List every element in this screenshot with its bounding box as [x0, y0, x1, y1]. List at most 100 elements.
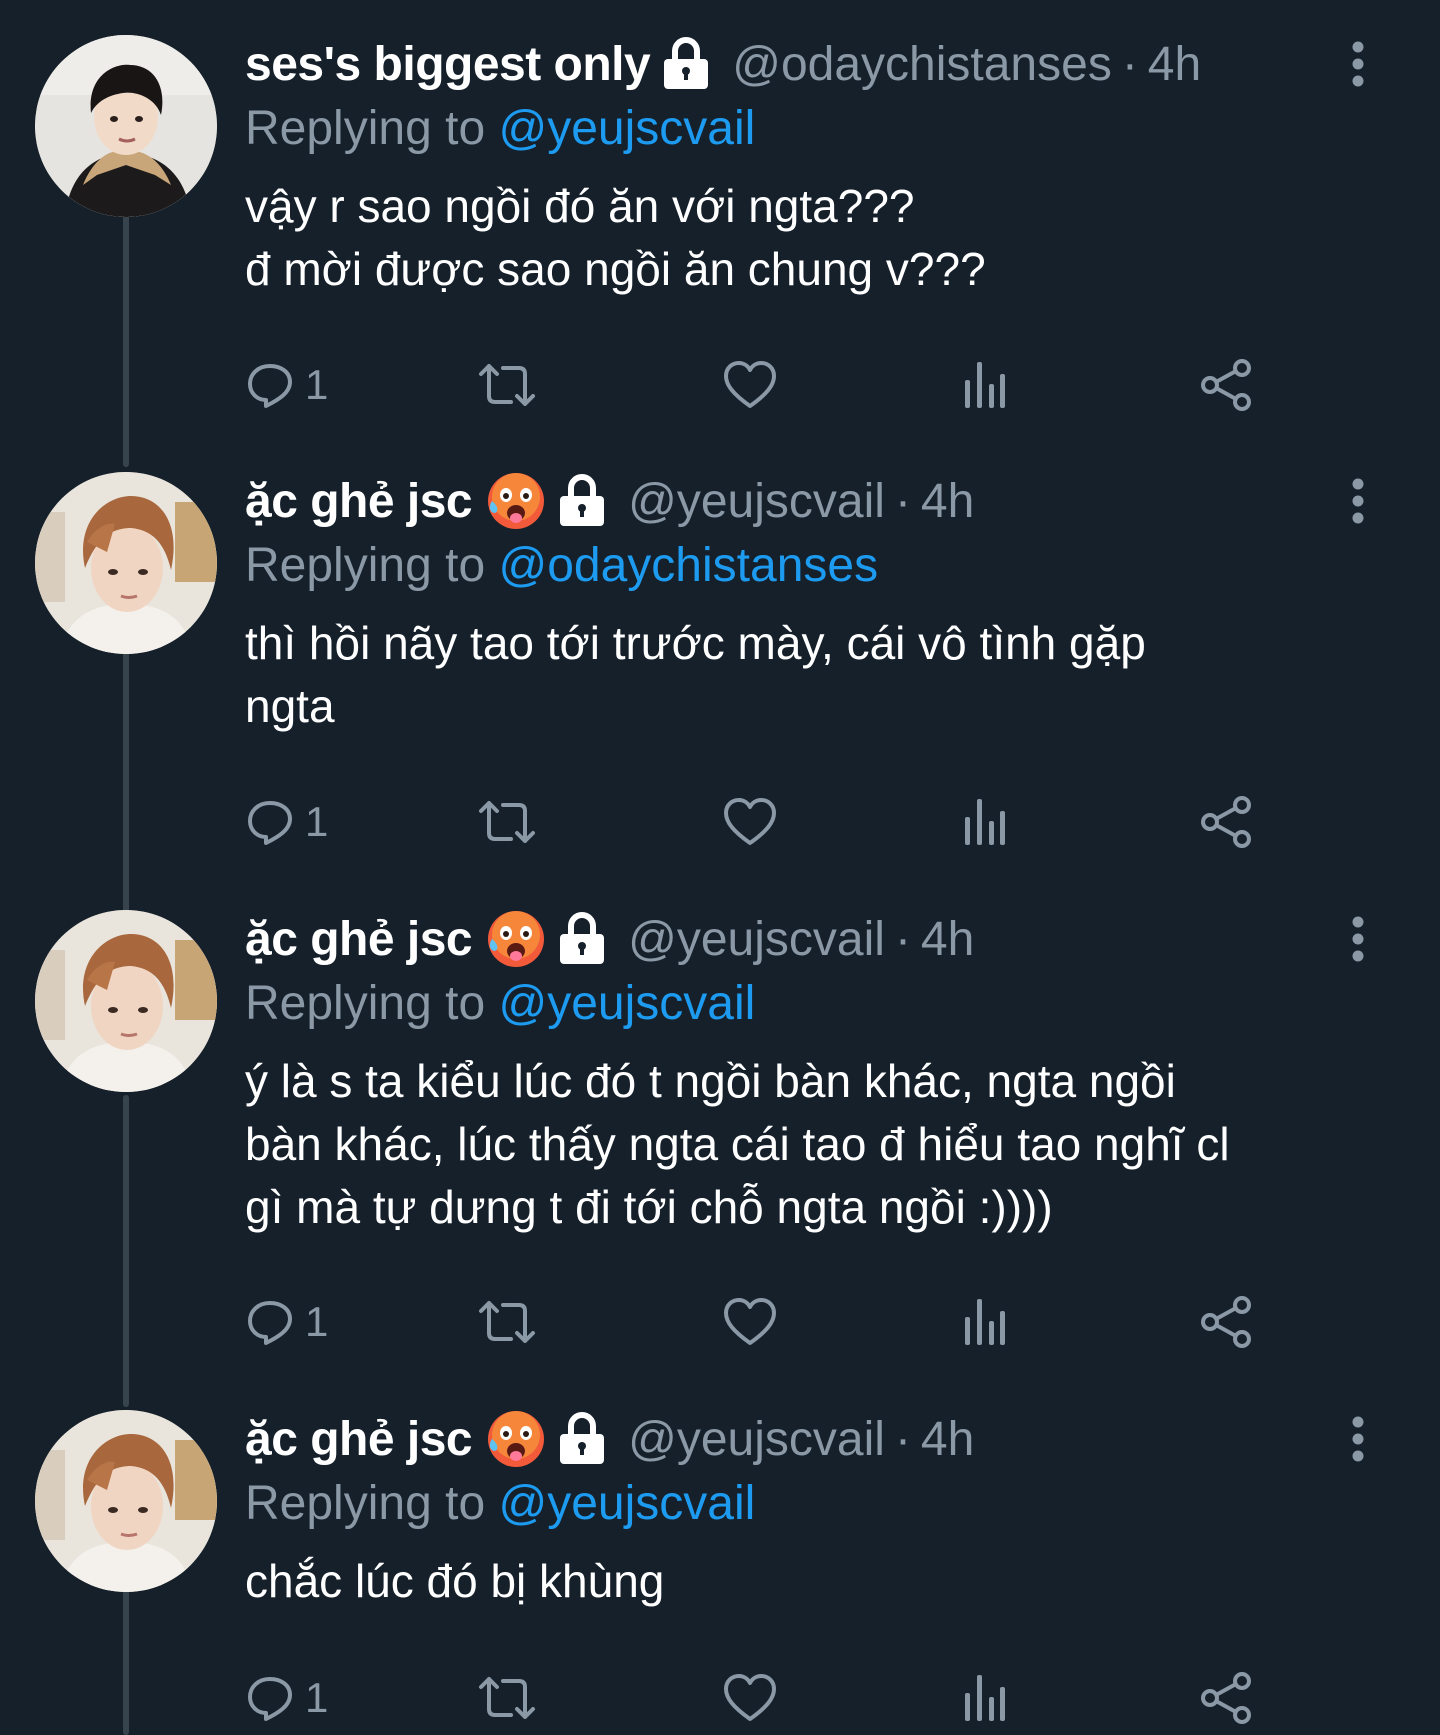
replying-to: Replying to @yeujscvail	[245, 1472, 1400, 1536]
tweet-content: ặc ghẻ jsc @yeujscvail · 4h Replying to …	[245, 910, 1400, 1239]
share-icon	[1201, 796, 1251, 848]
share-button[interactable]	[1200, 792, 1254, 852]
more-vertical-icon[interactable]	[1346, 478, 1370, 524]
timestamp[interactable]: 4h	[921, 474, 974, 529]
heart-icon	[724, 798, 776, 845]
thread-line	[123, 1590, 129, 1735]
timestamp[interactable]: 4h	[921, 1412, 974, 1467]
retweet-button[interactable]	[477, 1668, 537, 1728]
hot-face-emoji	[488, 911, 545, 967]
tweet-header: ặc ghẻ jsc @yeujscvail · 4h	[245, 1410, 1400, 1468]
avatar[interactable]	[35, 1410, 217, 1592]
reply-count: 1	[305, 1674, 329, 1721]
retweet-icon	[479, 1301, 535, 1343]
like-button[interactable]	[723, 792, 777, 852]
hot-face-emoji	[488, 473, 545, 529]
separator-dot: ·	[894, 912, 911, 966]
views-button[interactable]	[963, 792, 1007, 852]
reply-icon	[248, 1677, 292, 1721]
replying-label: Replying to	[245, 1477, 486, 1530]
share-button[interactable]	[1200, 1668, 1254, 1728]
replying-to: Replying to @yeujscvail	[245, 97, 1400, 161]
separator-dot: ·	[1121, 37, 1138, 91]
like-button[interactable]	[723, 1292, 777, 1352]
user-handle[interactable]: @odaychistanses	[732, 37, 1112, 92]
retweet-button[interactable]	[477, 355, 537, 415]
tweet-text: ý là s ta kiểu lúc đó t ngồi bàn khác, n…	[245, 1055, 1230, 1233]
tweet-header: ses's biggest only @odaychistanses · 4h	[245, 35, 1400, 93]
share-icon	[1201, 1672, 1251, 1724]
retweet-button[interactable]	[477, 792, 537, 852]
retweet-button[interactable]	[477, 1292, 537, 1352]
heart-icon	[724, 1674, 776, 1721]
display-name[interactable]: ặc ghẻ jsc	[245, 1412, 473, 1467]
user-handle[interactable]: @yeujscvail	[628, 1412, 885, 1467]
heart-icon	[724, 1298, 776, 1345]
tweet-text: chắc lúc đó bị khùng	[245, 1555, 665, 1607]
share-icon	[1201, 359, 1251, 411]
timestamp[interactable]: 4h	[1148, 37, 1201, 92]
timestamp[interactable]: 4h	[921, 912, 974, 967]
lock-icon	[560, 912, 605, 964]
like-button[interactable]	[723, 1668, 777, 1728]
reply-button[interactable]: 1	[245, 1668, 328, 1728]
thread-line	[123, 650, 129, 912]
tweet-actions: 1	[245, 355, 1365, 415]
tweet-actions: 1	[245, 1292, 1365, 1352]
reply-count: 1	[305, 361, 329, 408]
reply-icon	[248, 1301, 292, 1345]
views-icon	[965, 799, 1005, 845]
retweet-icon	[479, 801, 535, 843]
more-vertical-icon[interactable]	[1346, 916, 1370, 962]
replying-to-link[interactable]: @yeujscvail	[498, 1477, 755, 1530]
tweet-header: ặc ghẻ jsc @yeujscvail · 4h	[245, 472, 1400, 530]
more-vertical-icon[interactable]	[1346, 41, 1370, 87]
reply-button[interactable]: 1	[245, 355, 328, 415]
retweet-icon	[479, 1677, 535, 1719]
replying-to: Replying to @odaychistanses	[245, 534, 1400, 598]
reply-button[interactable]: 1	[245, 792, 328, 852]
replying-label: Replying to	[245, 102, 486, 155]
reply-button[interactable]: 1	[245, 1292, 328, 1352]
heart-icon	[724, 361, 776, 408]
avatar-photo	[35, 910, 217, 1092]
like-button[interactable]	[723, 355, 777, 415]
avatar-photo	[35, 472, 217, 654]
retweet-icon	[479, 364, 535, 406]
replying-to-link[interactable]: @yeujscvail	[498, 102, 755, 155]
lock-icon	[560, 474, 605, 526]
tweet-content: ặc ghẻ jsc @yeujscvail · 4h Replying to …	[245, 1410, 1400, 1613]
views-button[interactable]	[963, 1292, 1007, 1352]
tweet-content: ặc ghẻ jsc @yeujscvail · 4h Replying to …	[245, 472, 1400, 738]
lock-icon	[560, 1412, 605, 1464]
avatar[interactable]	[35, 35, 217, 217]
user-handle[interactable]: @yeujscvail	[628, 912, 885, 967]
avatar[interactable]	[35, 472, 217, 654]
lock-icon	[664, 37, 709, 89]
views-button[interactable]	[963, 1668, 1007, 1728]
share-button[interactable]	[1200, 355, 1254, 415]
reply-icon	[248, 364, 292, 408]
user-handle[interactable]: @yeujscvail	[628, 474, 885, 529]
thread-line	[123, 205, 129, 467]
views-icon	[965, 362, 1005, 408]
replying-to-link[interactable]: @yeujscvail	[498, 977, 755, 1030]
replying-to-link[interactable]: @odaychistanses	[498, 539, 878, 592]
avatar[interactable]	[35, 910, 217, 1092]
tweet-header: ặc ghẻ jsc @yeujscvail · 4h	[245, 910, 1400, 968]
share-icon	[1201, 1296, 1251, 1348]
avatar-photo	[35, 35, 217, 217]
tweet-content: ses's biggest only @odaychistanses · 4h …	[245, 35, 1400, 301]
reply-count: 1	[305, 798, 329, 845]
display-name[interactable]: ses's biggest only	[245, 37, 651, 92]
display-name[interactable]: ặc ghẻ jsc	[245, 912, 473, 967]
share-button[interactable]	[1200, 1292, 1254, 1352]
more-vertical-icon[interactable]	[1346, 1416, 1370, 1462]
separator-dot: ·	[894, 1412, 911, 1466]
replying-label: Replying to	[245, 539, 486, 592]
separator-dot: ·	[894, 474, 911, 528]
reply-icon	[248, 801, 292, 845]
display-name[interactable]: ặc ghẻ jsc	[245, 474, 473, 529]
tweet-actions: 1	[245, 1668, 1365, 1728]
views-button[interactable]	[963, 355, 1007, 415]
